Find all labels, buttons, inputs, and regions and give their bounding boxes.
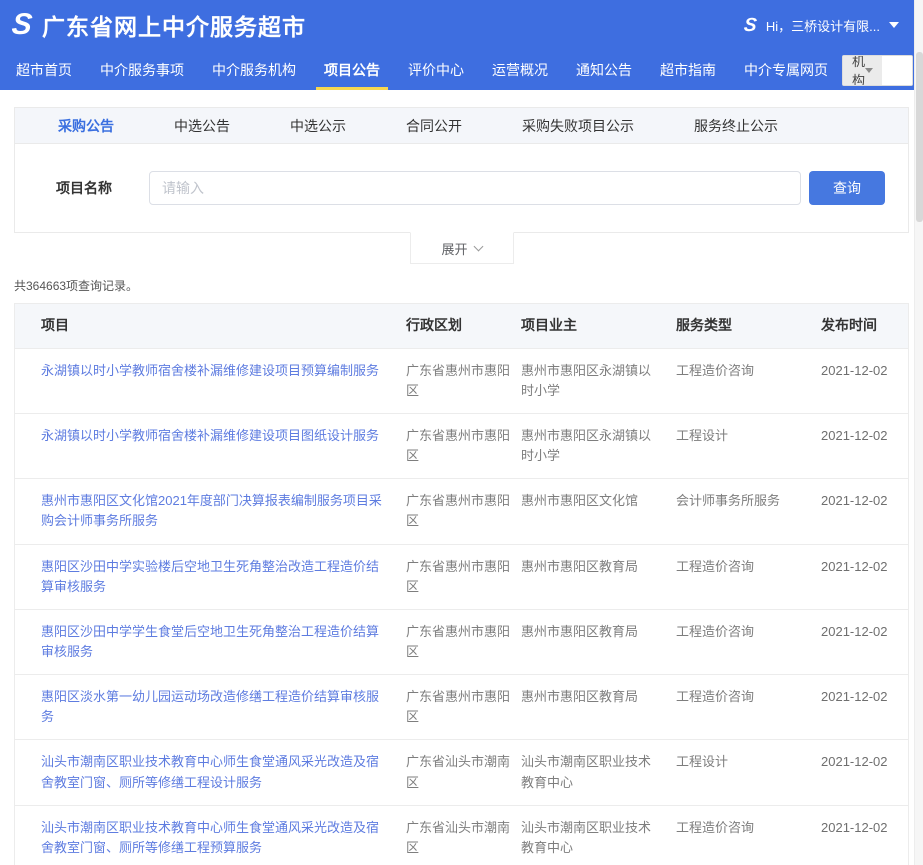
publish-date-cell: 2021-12-02 — [821, 675, 906, 739]
query-button[interactable]: 查询 — [809, 171, 885, 205]
table-row: 惠阳区沙田中学实验楼后空地卫生死角整治改造工程造价结算审核服务 广东省惠州市惠阳… — [15, 544, 908, 609]
page-root: S 广东省网上中介服务超市 S Hi，三桥设计有限... 超市首页 中介服务事项… — [0, 0, 923, 865]
chevron-down-icon — [473, 241, 483, 251]
service-type-cell: 工程造价咨询 — [676, 349, 821, 413]
table-row: 永湖镇以时小学教师宿舍楼补漏维修建设项目图纸设计服务 广东省惠州市惠阳区 惠州市… — [15, 413, 908, 478]
project-link[interactable]: 永湖镇以时小学教师宿舍楼补漏维修建设项目图纸设计服务 — [41, 428, 379, 443]
nav-item-home[interactable]: 超市首页 — [2, 50, 86, 90]
col-project: 项目 — [15, 304, 406, 348]
publish-date-cell: 2021-12-02 — [821, 740, 906, 804]
region-cell: 广东省汕头市潮南区 — [406, 806, 521, 865]
project-link[interactable]: 惠阳区淡水第一幼儿园运动场改造修缮工程造价结算审核服务 — [41, 689, 379, 724]
tab-contract-disclosure[interactable]: 合同公开 — [406, 116, 462, 136]
nav-item-service-orgs[interactable]: 中介服务机构 — [198, 50, 310, 90]
owner-cell: 汕头市潮南区职业技术教育中心 — [521, 806, 676, 865]
owner-cell: 惠州市惠阳区永湖镇以时小学 — [521, 414, 676, 478]
publish-date-cell: 2021-12-02 — [821, 479, 906, 543]
region-cell: 广东省汕头市潮南区 — [406, 740, 521, 804]
col-publish-date: 发布时间 — [821, 304, 906, 348]
tab-selected-publicity[interactable]: 中选公示 — [290, 116, 346, 136]
publish-date-cell: 2021-12-02 — [821, 806, 906, 865]
owner-cell: 惠州市惠阳区教育局 — [521, 545, 676, 609]
service-type-cell: 会计师事务所服务 — [676, 479, 821, 543]
expand-toggle[interactable]: 展开 — [410, 232, 514, 264]
site-logo-icon: S — [10, 10, 33, 40]
org-search-input[interactable] — [882, 56, 913, 85]
project-link[interactable]: 惠州市惠阳区文化馆2021年度部门决算报表编制服务项目采购会计师事务所服务 — [41, 493, 382, 528]
service-type-cell: 工程造价咨询 — [676, 610, 821, 674]
expand-label: 展开 — [441, 239, 467, 258]
top-header: S 广东省网上中介服务超市 S Hi，三桥设计有限... — [0, 0, 923, 50]
tab-purchase-announcement[interactable]: 采购公告 — [58, 116, 114, 136]
table-header-row: 项目 行政区划 项目业主 服务类型 发布时间 — [15, 304, 908, 348]
region-cell: 广东省惠州市惠阳区 — [406, 414, 521, 478]
select-caret-down-icon — [865, 68, 873, 73]
main-nav: 超市首页 中介服务事项 中介服务机构 项目公告 评价中心 运营概况 通知公告 超… — [0, 50, 923, 90]
project-link[interactable]: 汕头市潮南区职业技术教育中心师生食堂通风采光改造及宿舍教室门窗、厕所等修缮工程预… — [41, 820, 379, 855]
nav-item-notices[interactable]: 通知公告 — [562, 50, 646, 90]
tab-service-termination[interactable]: 服务终止公示 — [694, 116, 778, 136]
owner-cell: 惠州市惠阳区教育局 — [521, 610, 676, 674]
region-cell: 广东省惠州市惠阳区 — [406, 349, 521, 413]
table-row: 汕头市潮南区职业技术教育中心师生食堂通风采光改造及宿舍教室门窗、厕所等修缮工程预… — [15, 805, 908, 865]
publish-date-cell: 2021-12-02 — [821, 349, 906, 413]
nav-item-operation-overview[interactable]: 运营概况 — [478, 50, 562, 90]
project-link[interactable]: 永湖镇以时小学教师宿舍楼补漏维修建设项目预算编制服务 — [41, 363, 379, 378]
region-cell: 广东省惠州市惠阳区 — [406, 479, 521, 543]
project-link[interactable]: 惠阳区沙田中学学生食堂后空地卫生死角整治工程造价结算审核服务 — [41, 624, 379, 659]
user-logo-icon: S — [743, 16, 758, 35]
publish-date-cell: 2021-12-02 — [821, 610, 906, 674]
owner-cell: 惠州市惠阳区永湖镇以时小学 — [521, 349, 676, 413]
owner-cell: 汕头市潮南区职业技术教育中心 — [521, 740, 676, 804]
col-owner: 项目业主 — [521, 304, 676, 348]
site-title: 广东省网上中介服务超市 — [42, 8, 306, 42]
nav-search-widget: 机构 — [842, 55, 913, 86]
search-category-select[interactable]: 机构 — [843, 56, 882, 85]
region-cell: 广东省惠州市惠阳区 — [406, 545, 521, 609]
results-table: 项目 行政区划 项目业主 服务类型 发布时间 永湖镇以时小学教师宿舍楼补漏维修建… — [14, 303, 909, 865]
announcement-tabs: 采购公告 中选公告 中选公示 合同公开 采购失败项目公示 服务终止公示 — [15, 108, 908, 144]
region-cell: 广东省惠州市惠阳区 — [406, 610, 521, 674]
scrollbar-track[interactable] — [914, 0, 923, 865]
table-row: 汕头市潮南区职业技术教育中心师生食堂通风采光改造及宿舍教室门窗、厕所等修缮工程设… — [15, 739, 908, 804]
service-type-cell: 工程设计 — [676, 414, 821, 478]
result-count: 共364663项查询记录。 — [14, 277, 909, 294]
table-row: 惠州市惠阳区文化馆2021年度部门决算报表编制服务项目采购会计师事务所服务 广东… — [15, 478, 908, 543]
project-link[interactable]: 惠阳区沙田中学实验楼后空地卫生死角整治改造工程造价结算审核服务 — [41, 559, 379, 594]
publish-date-cell: 2021-12-02 — [821, 545, 906, 609]
table-row: 惠阳区淡水第一幼儿园运动场改造修缮工程造价结算审核服务 广东省惠州市惠阳区 惠州… — [15, 674, 908, 739]
project-name-input[interactable] — [149, 171, 801, 205]
col-region: 行政区划 — [406, 304, 521, 348]
table-row: 惠阳区沙田中学学生食堂后空地卫生死角整治工程造价结算审核服务 广东省惠州市惠阳区… — [15, 609, 908, 674]
user-greeting: Hi，三桥设计有限... — [766, 16, 880, 35]
publish-date-cell: 2021-12-02 — [821, 414, 906, 478]
nav-item-service-matters[interactable]: 中介服务事项 — [86, 50, 198, 90]
filter-card: 采购公告 中选公告 中选公示 合同公开 采购失败项目公示 服务终止公示 项目名称… — [14, 107, 909, 233]
project-name-label: 项目名称 — [15, 178, 149, 198]
tab-failed-projects[interactable]: 采购失败项目公示 — [522, 116, 634, 136]
region-cell: 广东省惠州市惠阳区 — [406, 675, 521, 739]
col-service-type: 服务类型 — [676, 304, 821, 348]
service-type-cell: 工程造价咨询 — [676, 806, 821, 865]
owner-cell: 惠州市惠阳区教育局 — [521, 675, 676, 739]
search-category-value: 机构 — [852, 55, 865, 86]
project-link[interactable]: 汕头市潮南区职业技术教育中心师生食堂通风采光改造及宿舍教室门窗、厕所等修缮工程设… — [41, 754, 379, 789]
nav-item-guide[interactable]: 超市指南 — [646, 50, 730, 90]
service-type-cell: 工程造价咨询 — [676, 545, 821, 609]
service-type-cell: 工程设计 — [676, 740, 821, 804]
nav-item-project-announcements[interactable]: 项目公告 — [310, 50, 394, 90]
nav-item-exclusive-page[interactable]: 中介专属网页 — [730, 50, 842, 90]
user-menu[interactable]: S Hi，三桥设计有限... — [744, 16, 899, 35]
filter-form: 项目名称 查询 — [15, 144, 908, 232]
owner-cell: 惠州市惠阳区文化馆 — [521, 479, 676, 543]
table-row: 永湖镇以时小学教师宿舍楼补漏维修建设项目预算编制服务 广东省惠州市惠阳区 惠州市… — [15, 348, 908, 413]
user-caret-down-icon — [889, 22, 899, 28]
scrollbar-thumb[interactable] — [916, 52, 923, 222]
nav-item-evaluation-center[interactable]: 评价中心 — [394, 50, 478, 90]
service-type-cell: 工程造价咨询 — [676, 675, 821, 739]
tab-selected-announcement[interactable]: 中选公告 — [174, 116, 230, 136]
